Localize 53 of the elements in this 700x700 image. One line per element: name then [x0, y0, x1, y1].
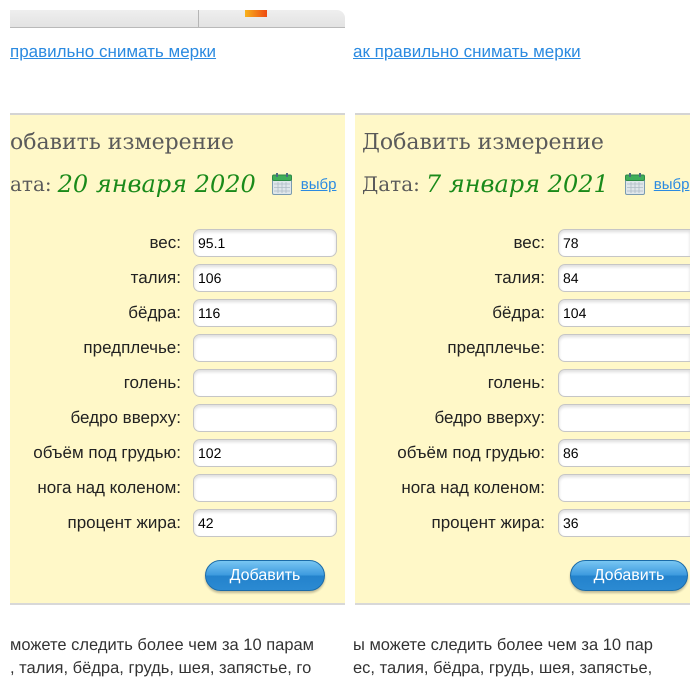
- input-field[interactable]: 86: [558, 439, 690, 467]
- field-label: процент жира:: [67, 513, 181, 533]
- form-title: Добавить измерение: [362, 129, 604, 157]
- help-link[interactable]: правильно снимать мерки: [10, 42, 216, 62]
- input-field[interactable]: [558, 334, 690, 362]
- input-field[interactable]: 106: [193, 264, 337, 292]
- input-field[interactable]: 78: [558, 229, 690, 257]
- input-field[interactable]: [193, 369, 337, 397]
- field-label: объём под грудью:: [397, 443, 545, 463]
- field-label: талия:: [130, 268, 181, 288]
- field-label: нога над коленом:: [401, 478, 545, 498]
- input-field[interactable]: 84: [558, 264, 690, 292]
- field-label: предплечье:: [447, 338, 545, 358]
- description-text: ес, талия, бёдра, грудь, шея, запястье,: [353, 658, 652, 679]
- field-label: голень:: [488, 373, 545, 393]
- input-field[interactable]: [558, 404, 690, 432]
- tab-icon: [245, 10, 267, 17]
- input-field[interactable]: 36: [558, 509, 690, 537]
- input-field[interactable]: 116: [193, 299, 337, 327]
- description-text: ы можете следить более чем за 10 пар: [353, 635, 653, 656]
- input-field[interactable]: [193, 474, 337, 502]
- field-label: предплечье:: [83, 338, 181, 358]
- date-label: ата:: [10, 172, 52, 196]
- field-label: бёдра:: [492, 303, 545, 323]
- description-text: можете следить более чем за 10 парам: [10, 635, 314, 656]
- input-field[interactable]: 42: [193, 509, 337, 537]
- field-label: бедро вверху:: [434, 408, 545, 428]
- field-label: талия:: [494, 268, 545, 288]
- input-field[interactable]: 104: [558, 299, 690, 327]
- calendar-icon[interactable]: [272, 173, 292, 195]
- input-field[interactable]: 102: [193, 439, 337, 467]
- field-label: бедро вверху:: [70, 408, 181, 428]
- field-label: процент жира:: [431, 513, 545, 533]
- field-label: голень:: [124, 373, 181, 393]
- add-button[interactable]: Добавить: [570, 560, 688, 591]
- field-label: вес:: [513, 233, 545, 253]
- field-label: объём под грудью:: [33, 443, 181, 463]
- form-title: обавить измерение: [10, 129, 234, 157]
- input-field[interactable]: [558, 474, 690, 502]
- calendar-icon[interactable]: [624, 173, 645, 195]
- input-field[interactable]: [193, 334, 337, 362]
- date-value: 20 января 2020: [58, 170, 256, 198]
- input-field[interactable]: [558, 369, 690, 397]
- field-label: нога над коленом:: [37, 478, 181, 498]
- help-link[interactable]: ак правильно снимать мерки: [353, 42, 581, 62]
- add-button[interactable]: Добавить: [205, 560, 325, 591]
- input-field[interactable]: 95.1: [193, 229, 337, 257]
- field-label: бёдра:: [128, 303, 181, 323]
- field-label: вес:: [149, 233, 181, 253]
- input-field[interactable]: [193, 404, 337, 432]
- date-label: Дата:: [362, 172, 420, 196]
- description-text: , талия, бёдра, грудь, шея, запястье, го: [10, 658, 312, 679]
- date-value: 7 января 2021: [426, 170, 609, 198]
